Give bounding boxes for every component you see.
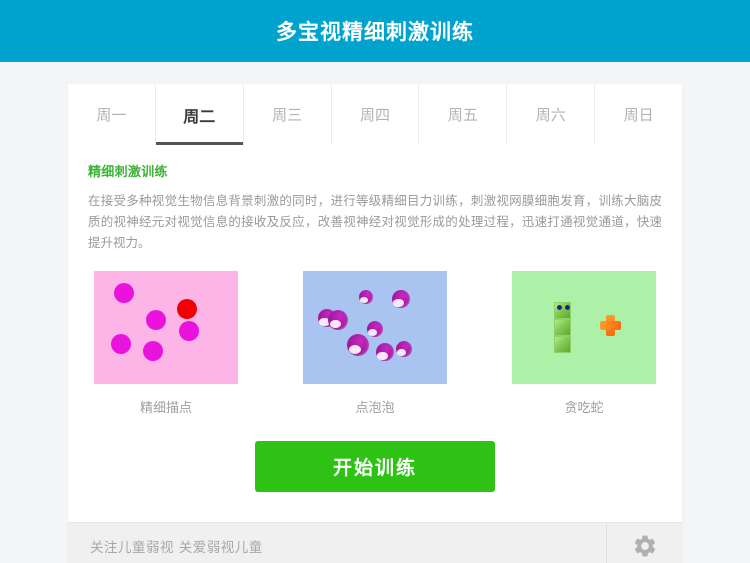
game-list: 精细描点 点泡泡 贪吃蛇 [88, 271, 662, 416]
gear-icon [634, 535, 655, 556]
tab-wednesday[interactable]: 周三 [243, 84, 332, 145]
footer-bar: 关注儿童弱视 关爱弱视儿童 [68, 522, 682, 563]
section-description: 在接受多种视觉生物信息背景刺激的同时，进行等级精细目力训练，刺激视网膜细胞发育，… [88, 193, 662, 250]
page-title: 多宝视精细刺激训练 [276, 20, 474, 44]
tab-friday[interactable]: 周五 [419, 84, 508, 145]
dot-marker [114, 283, 134, 303]
game-item-greedy-snake[interactable]: 贪吃蛇 [512, 271, 656, 416]
game-label: 精细描点 [139, 401, 192, 416]
tab-sunday[interactable]: 周日 [595, 84, 682, 145]
settings-button[interactable] [607, 533, 682, 559]
snake-body-segment [554, 319, 571, 336]
dot-marker-highlight [177, 299, 197, 319]
bubble [392, 290, 410, 308]
game-thumbnail-pop-bubbles[interactable] [303, 271, 447, 384]
tab-monday[interactable]: 周一 [68, 84, 156, 145]
snake-eye [565, 305, 570, 310]
card-body: 精细刺激训练 在接受多种视觉生物信息背景刺激的同时，进行等级精细目力训练，刺激视… [68, 145, 682, 522]
tab-tuesday[interactable]: 周二 [155, 84, 244, 145]
section-title: 精细刺激训练 [88, 165, 168, 180]
tab-label: 周六 [535, 106, 566, 124]
tab-label: 周五 [447, 106, 478, 124]
tab-thursday[interactable]: 周四 [331, 84, 420, 145]
dot-marker [143, 341, 163, 361]
main-card: 周一 周二 周三 周四 周五 周六 周日 精细刺激训练 在接受多种视觉生物信息背… [68, 84, 682, 563]
tab-saturday[interactable]: 周六 [507, 84, 596, 145]
page-content: 周一 周二 周三 周四 周五 周六 周日 精细刺激训练 在接受多种视觉生物信息背… [0, 62, 750, 563]
bubble [328, 310, 348, 330]
start-training-button[interactable]: 开始训练 [255, 441, 495, 492]
app-header: 多宝视精细刺激训练 [0, 0, 750, 62]
dot-marker [111, 334, 131, 354]
bubble [347, 334, 369, 356]
tab-label: 周日 [623, 106, 654, 124]
game-item-fine-dotting[interactable]: 精细描点 [94, 271, 238, 416]
snake-body-segment [554, 336, 571, 353]
dot-marker [179, 321, 199, 341]
game-label: 点泡泡 [355, 401, 395, 416]
game-thumbnail-greedy-snake[interactable] [512, 271, 656, 384]
snake-eye [557, 305, 562, 310]
snake-food-icon [600, 315, 621, 336]
game-label: 贪吃蛇 [564, 401, 604, 416]
footer-slogan: 关注儿童弱视 关爱弱视儿童 [90, 539, 263, 556]
bubble [367, 321, 383, 337]
game-thumbnail-fine-dotting[interactable] [94, 271, 238, 384]
start-button-row: 开始训练 [88, 416, 662, 522]
bubble [359, 290, 373, 304]
bubble [396, 341, 412, 357]
tab-label: 周四 [360, 106, 391, 124]
dot-marker [146, 310, 166, 330]
tab-label: 周二 [183, 106, 216, 126]
game-item-pop-bubbles[interactable]: 点泡泡 [303, 271, 447, 416]
weekday-tabs: 周一 周二 周三 周四 周五 周六 周日 [68, 84, 682, 145]
bubble [376, 343, 394, 361]
tab-label: 周一 [96, 106, 127, 124]
tab-label: 周三 [272, 106, 303, 124]
